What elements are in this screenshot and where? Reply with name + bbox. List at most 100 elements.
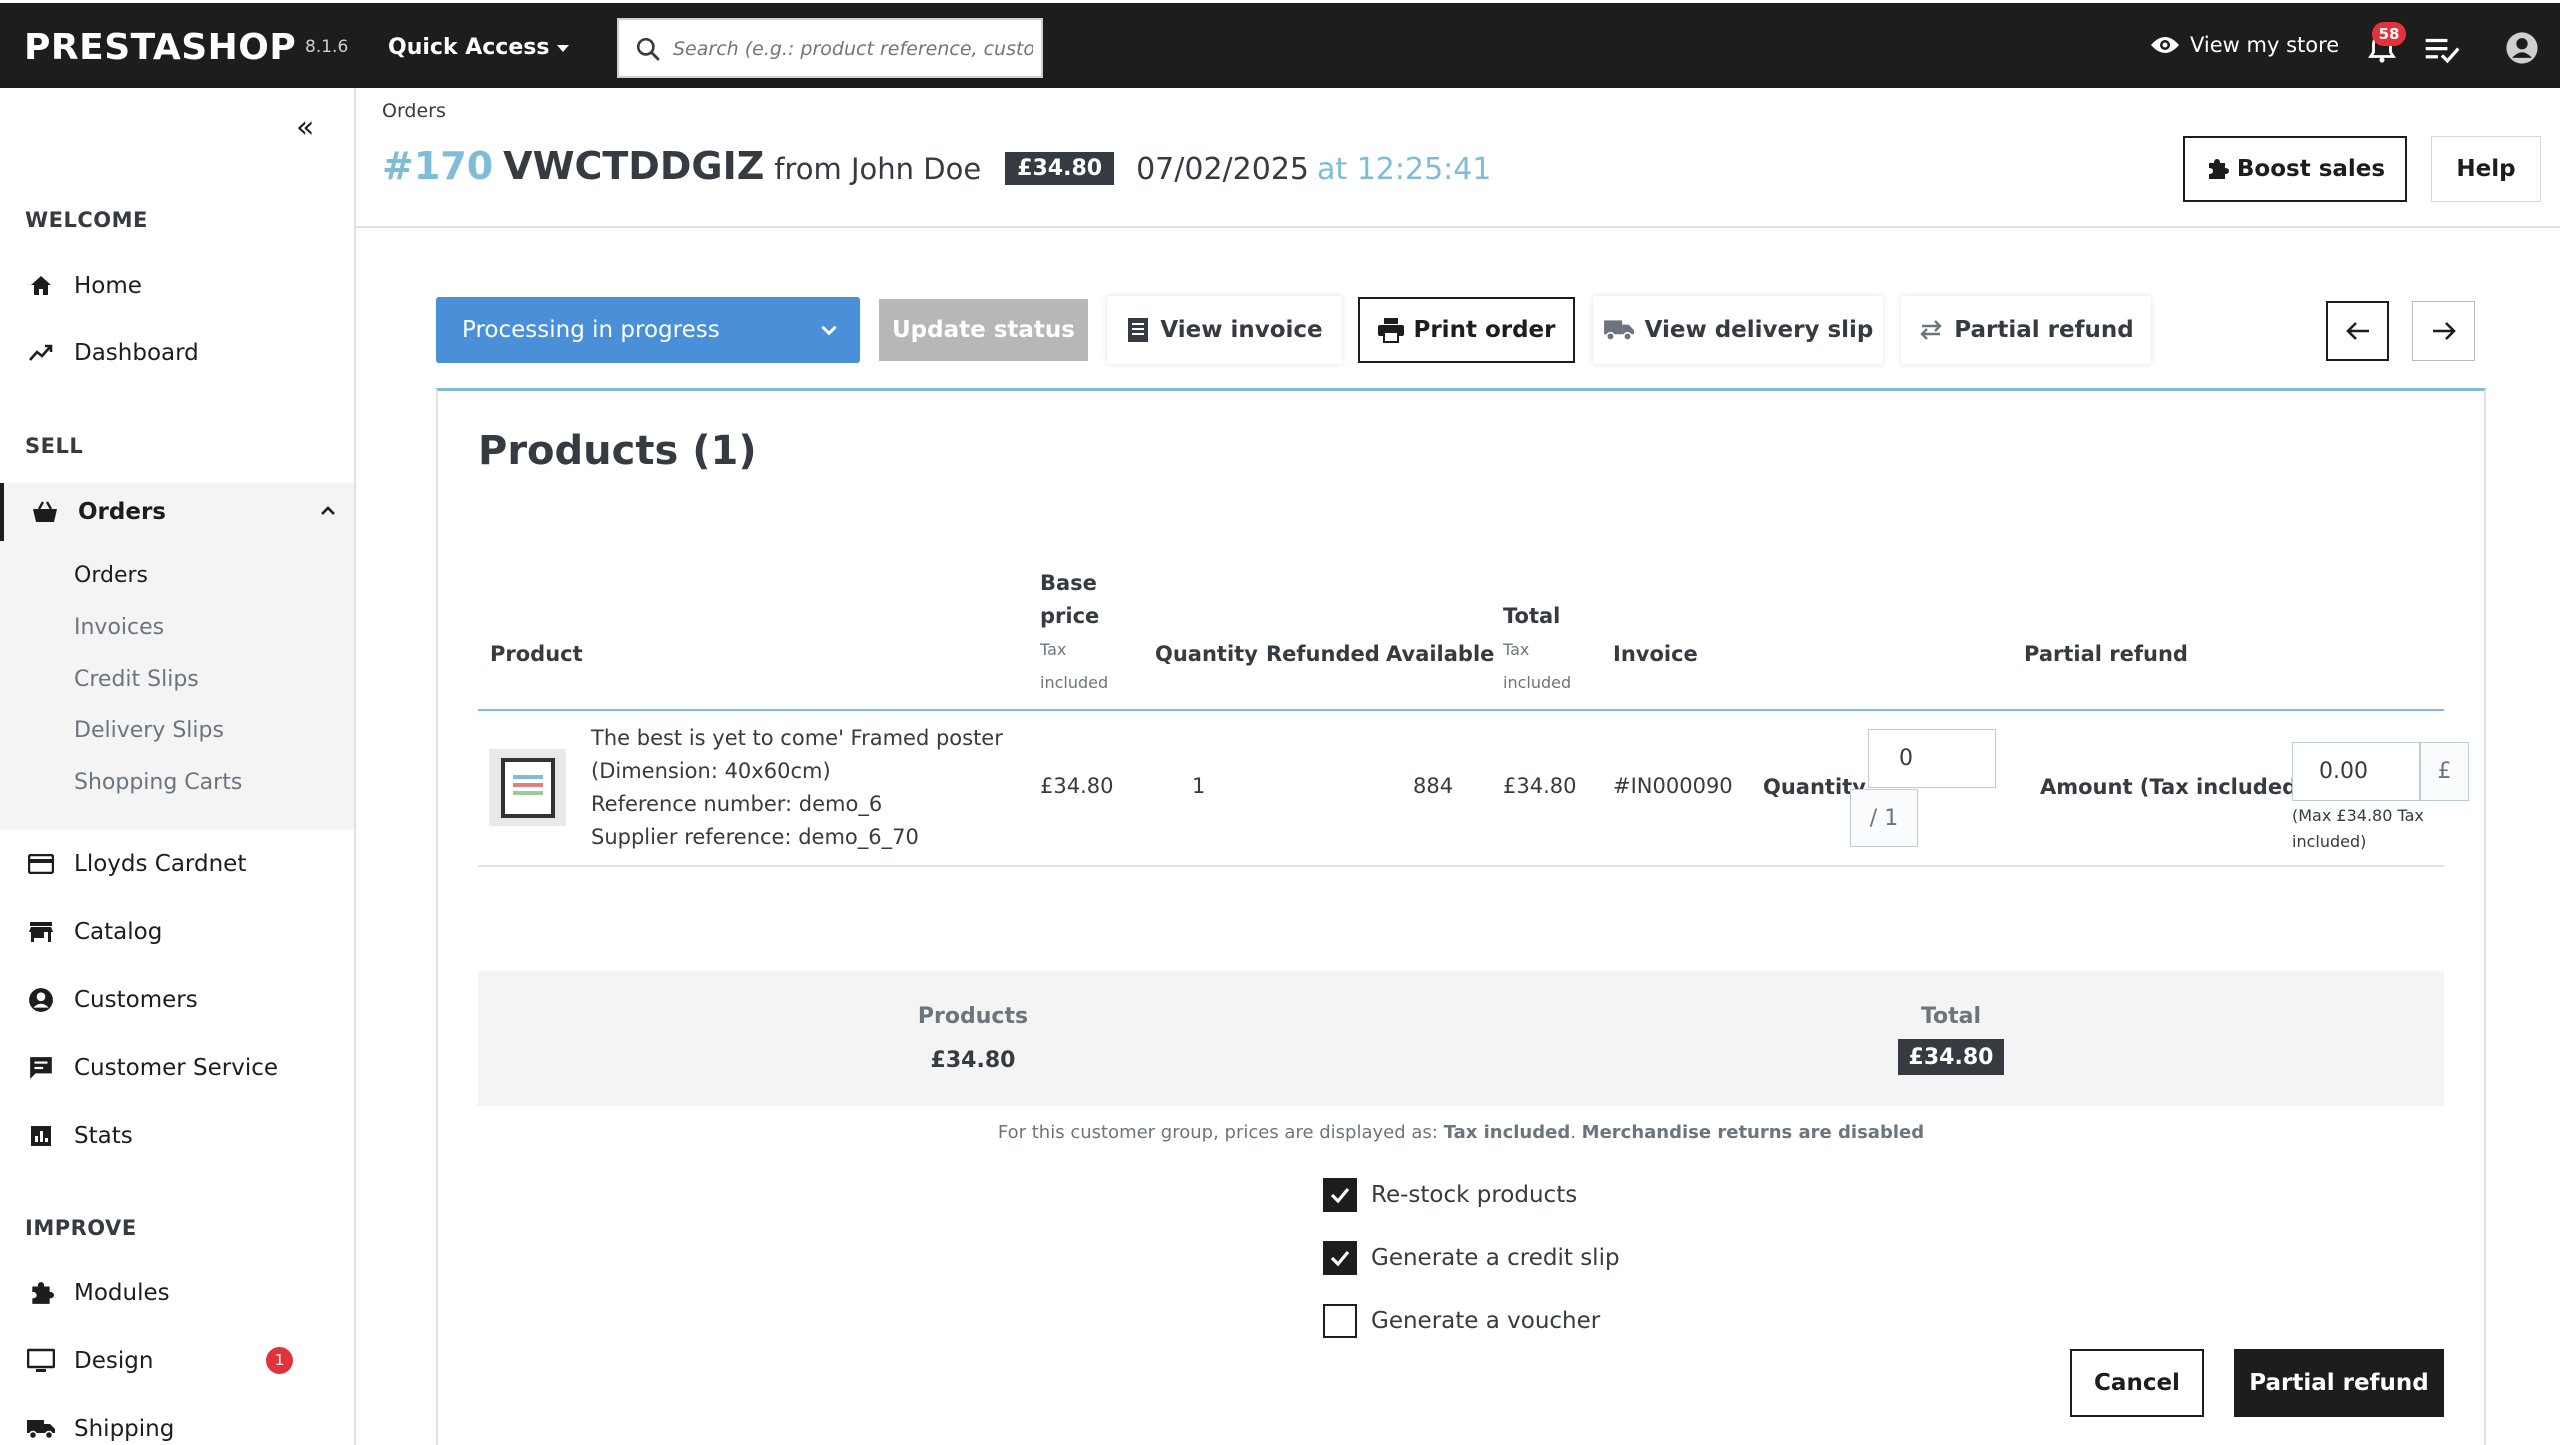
product-attribute: (Dimension: 40x60cm) xyxy=(591,759,831,783)
column-header-quantity: Quantity xyxy=(1155,642,1258,666)
table-row-divider xyxy=(478,865,2444,867)
sidebar-item-label: Catalog xyxy=(74,919,163,945)
trending-up-icon xyxy=(26,338,56,368)
sidebar-item-design[interactable]: Design xyxy=(0,1333,354,1389)
truck-icon xyxy=(26,1414,56,1444)
sidebar-item-orders[interactable]: Orders xyxy=(0,483,354,541)
search-input[interactable] xyxy=(673,32,1033,66)
tasks-list-icon[interactable] xyxy=(2423,33,2461,67)
sidebar-item-lloyds-cardnet[interactable]: Lloyds Cardnet xyxy=(0,836,354,892)
section-title-improve: IMPROVE xyxy=(25,1216,137,1240)
refund-amount-help: (Max £34.80 Tax included) xyxy=(2292,806,2424,851)
refund-amount-input[interactable] xyxy=(2292,742,2420,801)
tax-note-tax: Tax included xyxy=(1443,1122,1571,1143)
previous-order-button[interactable] xyxy=(2326,301,2389,361)
notifications-badge: 58 xyxy=(2372,22,2406,46)
update-status-button[interactable]: Update status xyxy=(879,299,1088,361)
sidebar-item-catalog[interactable]: Catalog xyxy=(0,904,354,960)
sidebar-item-stats[interactable]: Stats xyxy=(0,1108,354,1164)
chevron-down-icon xyxy=(821,325,837,336)
printer-icon xyxy=(1378,318,1405,343)
credit-card-icon xyxy=(26,849,56,879)
puzzle-icon xyxy=(26,1278,56,1308)
order-total-badge: £34.80 xyxy=(1005,152,1115,185)
cancel-button[interactable]: Cancel xyxy=(2070,1349,2204,1417)
product-total: £34.80 xyxy=(1503,774,1577,798)
view-store-label: View my store xyxy=(2190,33,2340,57)
page-header: Orders #170 VWCTDDGIZ from John Doe £34.… xyxy=(356,88,2560,228)
submenu-item-orders[interactable]: Orders xyxy=(74,563,148,588)
caret-down-icon xyxy=(557,44,570,52)
partial-refund-submit-button[interactable]: Partial refund xyxy=(2234,1349,2444,1417)
order-status-value: Processing in progress xyxy=(462,317,720,343)
generate-voucher-checkbox[interactable]: Generate a voucher xyxy=(1323,1304,1600,1338)
product-name[interactable]: The best is yet to come' Framed poster xyxy=(591,722,1011,755)
user-account-icon[interactable] xyxy=(2505,31,2539,65)
column-header-invoice: Invoice xyxy=(1613,642,1698,666)
view-delivery-slip-button[interactable]: View delivery slip xyxy=(1593,296,1883,364)
home-icon xyxy=(26,271,56,301)
product-invoice: #IN000090 xyxy=(1613,774,1733,798)
submenu-item-shopping-carts[interactable]: Shopping Carts xyxy=(74,770,242,795)
total-header-sub-2: included xyxy=(1503,673,1572,692)
quick-access-dropdown[interactable]: Quick Access xyxy=(388,35,570,60)
order-status-select[interactable]: Processing in progress xyxy=(436,297,860,363)
restock-products-checkbox[interactable]: Re-stock products xyxy=(1323,1178,1577,1212)
checkbox-unchecked-icon[interactable] xyxy=(1323,1304,1357,1338)
view-invoice-label: View invoice xyxy=(1160,317,1323,343)
total-header-sub-1: Tax xyxy=(1503,640,1530,659)
checkbox-checked-icon[interactable] xyxy=(1323,1241,1357,1275)
print-order-label: Print order xyxy=(1413,317,1556,343)
product-thumbnail xyxy=(489,749,566,826)
framed-poster-image xyxy=(500,757,555,818)
summary-products-value: £34.80 xyxy=(930,1048,1016,1073)
products-card-title: Products (1) xyxy=(478,428,757,474)
breadcrumb[interactable]: Orders xyxy=(382,100,446,122)
refund-amount-label: Amount (Tax included) xyxy=(2040,775,2307,799)
view-delivery-slip-label: View delivery slip xyxy=(1644,317,1874,343)
sidebar-item-customer-service[interactable]: Customer Service xyxy=(0,1040,354,1096)
sidebar-item-dashboard[interactable]: Dashboard xyxy=(0,325,354,381)
order-time: at 12:25:41 xyxy=(1317,152,1492,187)
submenu-item-invoices[interactable]: Invoices xyxy=(74,615,164,640)
submenu-item-credit-slips[interactable]: Credit Slips xyxy=(74,667,199,692)
submenu-item-delivery-slips[interactable]: Delivery Slips xyxy=(74,718,224,743)
version-label: 8.1.6 xyxy=(305,37,349,57)
order-reference: VWCTDDGIZ xyxy=(503,144,765,188)
total-header-label: Total xyxy=(1503,604,1561,628)
generate-voucher-label: Generate a voucher xyxy=(1371,1308,1601,1334)
order-customer: from John Doe xyxy=(774,152,982,186)
help-button[interactable]: Help xyxy=(2431,136,2541,202)
shopping-basket-icon xyxy=(30,497,60,527)
search-box[interactable] xyxy=(617,18,1043,78)
refund-quantity-input[interactable] xyxy=(1868,729,1996,788)
generate-credit-slip-label: Generate a credit slip xyxy=(1371,1245,1620,1271)
sidebar-item-home[interactable]: Home xyxy=(0,258,354,314)
checkbox-checked-icon[interactable] xyxy=(1323,1178,1357,1212)
prestashop-logo[interactable]: PRESTASHOP xyxy=(24,27,296,68)
base-price-header-sub-2: included xyxy=(1040,673,1109,692)
column-header-available: Available xyxy=(1386,642,1495,666)
sidebar-item-shipping[interactable]: Shipping xyxy=(0,1401,354,1445)
sidebar-item-customers[interactable]: Customers xyxy=(0,972,354,1028)
view-my-store-link[interactable]: View my store xyxy=(2150,33,2339,57)
base-price-header-sub-1: Tax xyxy=(1040,640,1067,659)
document-icon xyxy=(1128,318,1149,342)
tax-note-returns: Merchandise returns are disabled xyxy=(1581,1122,1925,1143)
sidebar: « WELCOME Home Dashboard SELL Orders Ord… xyxy=(0,88,356,1445)
generate-credit-slip-checkbox[interactable]: Generate a credit slip xyxy=(1323,1241,1620,1275)
base-price-header-line-2: price xyxy=(1040,604,1100,628)
sidebar-item-modules[interactable]: Modules xyxy=(0,1265,354,1321)
next-order-button[interactable] xyxy=(2412,301,2475,361)
swap-arrows-icon xyxy=(1920,320,1942,340)
order-date: 07/02/2025 xyxy=(1136,152,1310,187)
chevron-up-icon[interactable] xyxy=(318,501,338,521)
sidebar-item-label: Orders xyxy=(78,499,166,525)
print-order-button[interactable]: Print order xyxy=(1358,297,1575,363)
boost-sales-button[interactable]: Boost sales xyxy=(2183,136,2407,202)
view-invoice-button[interactable]: View invoice xyxy=(1107,296,1342,364)
column-header-refunded: Refunded xyxy=(1266,642,1380,666)
partial-refund-action-button[interactable]: Partial refund xyxy=(1901,296,2151,364)
collapse-sidebar-icon[interactable]: « xyxy=(296,110,314,145)
arrow-right-icon xyxy=(2432,322,2456,340)
